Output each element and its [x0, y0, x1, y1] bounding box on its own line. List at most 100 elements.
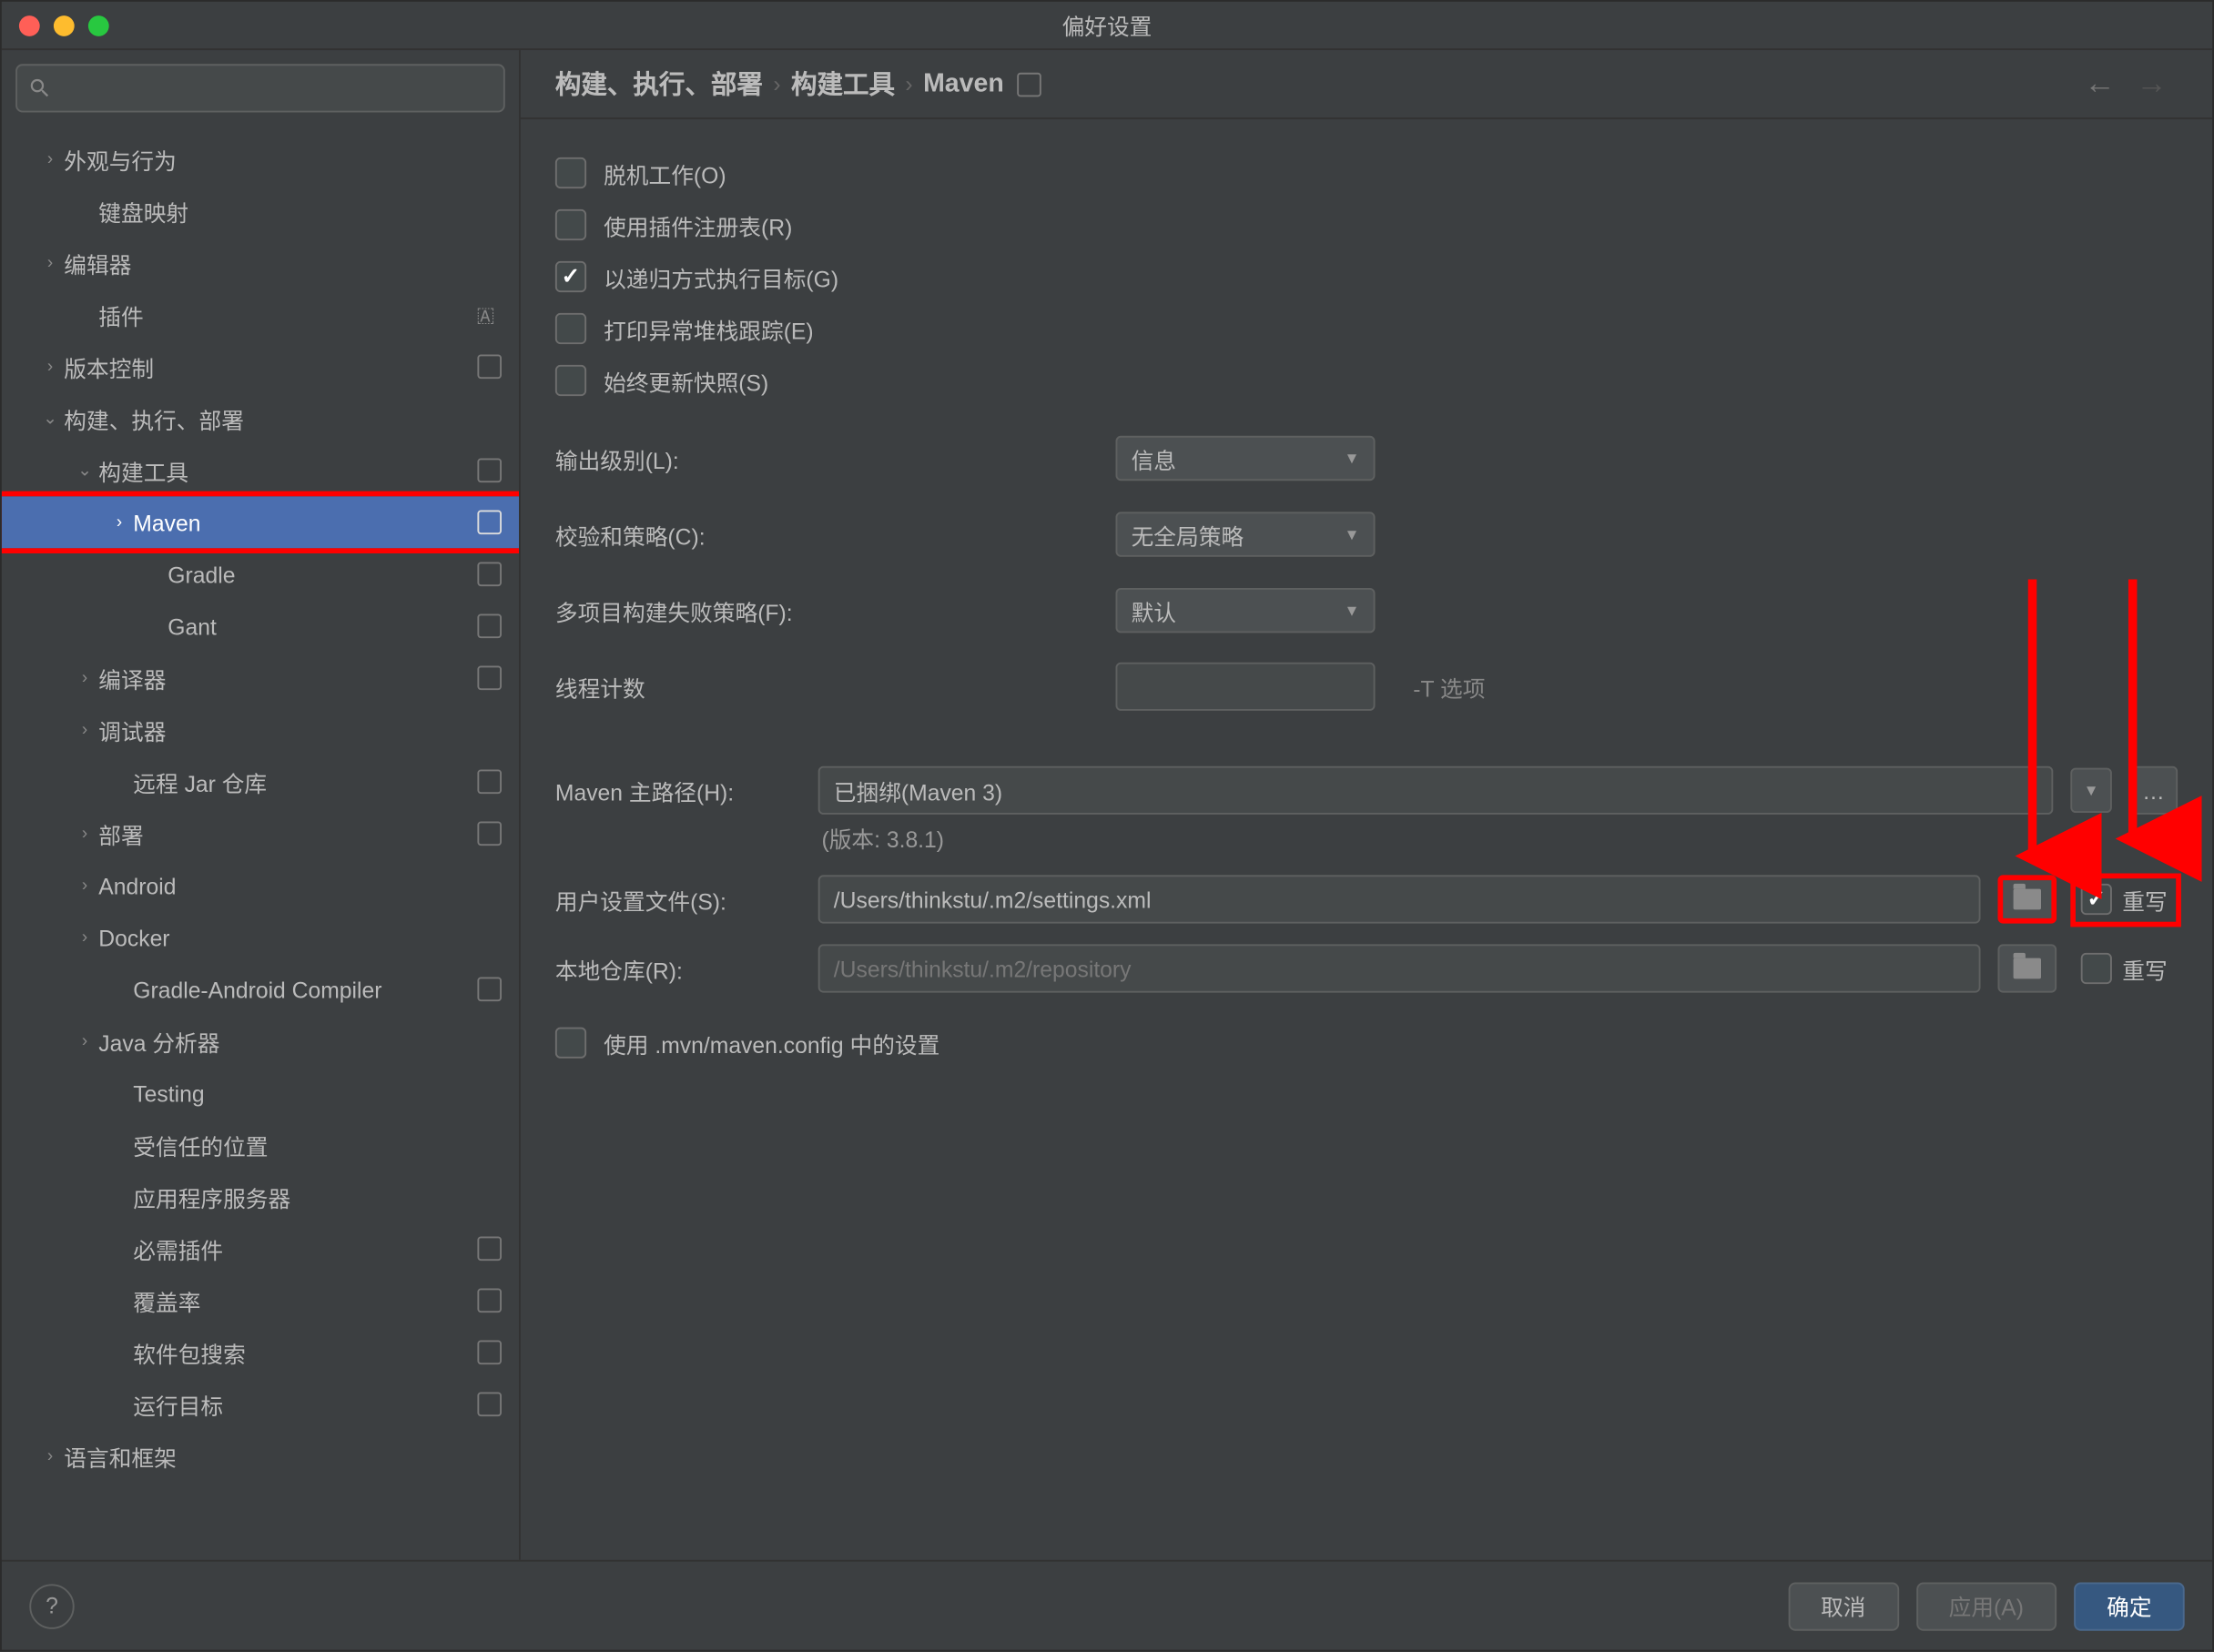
chevron-icon: ⌄ — [36, 409, 64, 428]
sidebar-item-0[interactable]: ›外观与行为 — [2, 133, 519, 185]
sidebar-item-6[interactable]: ⌄构建工具 — [2, 444, 519, 496]
sidebar-item-label: Docker — [98, 925, 502, 950]
sidebar-item-label: 编译器 — [98, 662, 477, 694]
close-window-button[interactable] — [19, 15, 40, 35]
update-snapshot-label: 始终更新快照(S) — [604, 364, 768, 397]
sidebar-item-label: 构建工具 — [98, 454, 477, 487]
user-settings-browse-button[interactable] — [1998, 875, 2057, 923]
user-settings-label: 用户设置文件(S): — [555, 883, 801, 916]
sidebar-item-11[interactable]: ›调试器 — [2, 704, 519, 755]
apply-button[interactable]: 应用(A) — [1916, 1582, 2057, 1630]
print-stack-label: 打印异常堆栈跟踪(E) — [604, 312, 814, 345]
plugin-registry-checkbox[interactable] — [555, 209, 586, 240]
sidebar-item-16[interactable]: Gradle-Android Compiler — [2, 963, 519, 1015]
user-settings-override-checkbox[interactable] — [2081, 884, 2112, 915]
sidebar-item-label: Gradle-Android Compiler — [133, 977, 477, 1003]
chevron-icon: › — [71, 927, 98, 947]
checksum-label: 校验和策略(C): — [555, 518, 780, 551]
sidebar-item-9[interactable]: Gant — [2, 600, 519, 652]
use-mvn-config-label: 使用 .mvn/maven.config 中的设置 — [604, 1027, 939, 1059]
project-badge-icon — [477, 1341, 502, 1365]
user-settings-input[interactable]: /Users/thinkstu/.m2/settings.xml — [818, 875, 1981, 923]
nav-back-icon[interactable]: ← — [2074, 66, 2126, 102]
ok-button[interactable]: 确定 — [2074, 1582, 2185, 1630]
multi-fail-select[interactable]: 默认▼ — [1116, 588, 1376, 633]
breadcrumb-1[interactable]: 构建、执行、部署 — [555, 66, 763, 102]
breadcrumb: 构建、执行、部署 › 构建工具 › Maven ← → — [521, 50, 2212, 119]
use-mvn-config-checkbox[interactable] — [555, 1028, 586, 1059]
override-label-2: 重写 — [2122, 952, 2167, 985]
threads-label: 线程计数 — [555, 670, 780, 703]
project-badge-icon — [477, 1289, 502, 1313]
sidebar-item-label: 键盘映射 — [98, 195, 502, 228]
chevron-icon: › — [106, 512, 133, 532]
sidebar-item-14[interactable]: ›Android — [2, 859, 519, 911]
sidebar-item-5[interactable]: ⌄构建、执行、部署 — [2, 392, 519, 444]
local-repo-override-checkbox[interactable] — [2081, 953, 2112, 984]
project-badge-icon — [477, 978, 502, 1002]
folder-icon — [2014, 958, 2041, 979]
plugin-registry-label: 使用插件注册表(R) — [604, 208, 792, 241]
sidebar-item-13[interactable]: ›部署 — [2, 807, 519, 859]
sidebar-item-19[interactable]: 受信任的位置 — [2, 1119, 519, 1171]
search-icon — [27, 76, 52, 101]
sidebar-item-label: 软件包搜索 — [133, 1336, 477, 1369]
sidebar-item-label: Java 分析器 — [98, 1025, 502, 1058]
sidebar-item-1[interactable]: 键盘映射 — [2, 185, 519, 237]
project-badge-icon — [477, 355, 502, 380]
sidebar-item-label: Gant — [168, 613, 477, 640]
sidebar-item-18[interactable]: Testing — [2, 1067, 519, 1119]
project-badge-icon — [477, 614, 502, 639]
sidebar-item-10[interactable]: ›编译器 — [2, 652, 519, 704]
search-input[interactable] — [15, 64, 505, 112]
folder-icon — [2014, 889, 2041, 910]
sidebar-item-25[interactable]: ›语言和框架 — [2, 1430, 519, 1482]
chevron-icon: › — [36, 253, 64, 272]
print-stack-checkbox[interactable] — [555, 313, 586, 344]
settings-tree[interactable]: ›外观与行为键盘映射›编辑器插件🇦›版本控制⌄构建、执行、部署⌄构建工具›Mav… — [2, 127, 519, 1560]
sidebar-item-2[interactable]: ›编辑器 — [2, 237, 519, 289]
local-repo-browse-button[interactable] — [1998, 944, 2057, 992]
sidebar-item-3[interactable]: 插件🇦 — [2, 289, 519, 340]
sidebar-item-label: 运行目标 — [133, 1388, 477, 1421]
sidebar-item-22[interactable]: 覆盖率 — [2, 1274, 519, 1326]
sidebar-item-7[interactable]: ›Maven — [2, 496, 519, 548]
update-snapshot-checkbox[interactable] — [555, 365, 586, 396]
recursive-checkbox[interactable] — [555, 261, 586, 292]
project-badge-icon — [477, 562, 502, 587]
sidebar-item-20[interactable]: 应用程序服务器 — [2, 1171, 519, 1222]
sidebar-item-8[interactable]: Gradle — [2, 548, 519, 600]
sidebar-item-label: Gradle — [168, 562, 477, 588]
sidebar-item-label: 版本控制 — [64, 350, 477, 383]
sidebar-item-label: 覆盖率 — [133, 1284, 477, 1317]
chevron-icon: › — [36, 149, 64, 168]
output-level-select[interactable]: 信息▼ — [1116, 436, 1376, 481]
breadcrumb-2[interactable]: 构建工具 — [791, 66, 895, 102]
language-icon: 🇦 — [476, 302, 494, 329]
local-repo-label: 本地仓库(R): — [555, 952, 801, 985]
help-button[interactable]: ? — [29, 1583, 74, 1627]
sidebar-item-12[interactable]: 远程 Jar 仓库 — [2, 755, 519, 807]
maven-home-dropdown[interactable]: ▼ — [2070, 768, 2112, 813]
sidebar-item-21[interactable]: 必需插件 — [2, 1222, 519, 1274]
sidebar-item-15[interactable]: ›Docker — [2, 911, 519, 963]
sidebar-item-label: 必需插件 — [133, 1232, 477, 1265]
maven-home-browse-button[interactable]: … — [2129, 766, 2178, 815]
sidebar-item-17[interactable]: ›Java 分析器 — [2, 1015, 519, 1067]
chevron-icon: › — [71, 668, 98, 687]
maximize-window-button[interactable] — [88, 15, 109, 35]
sidebar-item-4[interactable]: ›版本控制 — [2, 340, 519, 392]
cancel-button[interactable]: 取消 — [1788, 1582, 1899, 1630]
threads-input[interactable] — [1116, 663, 1376, 711]
titlebar: 偏好设置 — [2, 2, 2212, 50]
sidebar-item-label: Maven — [133, 510, 477, 536]
sidebar-item-23[interactable]: 软件包搜索 — [2, 1326, 519, 1378]
local-repo-input[interactable]: /Users/thinkstu/.m2/repository — [818, 944, 1981, 992]
checksum-select[interactable]: 无全局策略▼ — [1116, 512, 1376, 556]
recursive-label: 以递归方式执行目标(G) — [604, 260, 838, 293]
offline-checkbox[interactable] — [555, 157, 586, 188]
output-level-label: 输出级别(L): — [555, 441, 780, 474]
minimize-window-button[interactable] — [54, 15, 75, 35]
sidebar-item-24[interactable]: 运行目标 — [2, 1378, 519, 1430]
maven-home-select[interactable]: 已捆绑(Maven 3) — [818, 766, 2054, 815]
